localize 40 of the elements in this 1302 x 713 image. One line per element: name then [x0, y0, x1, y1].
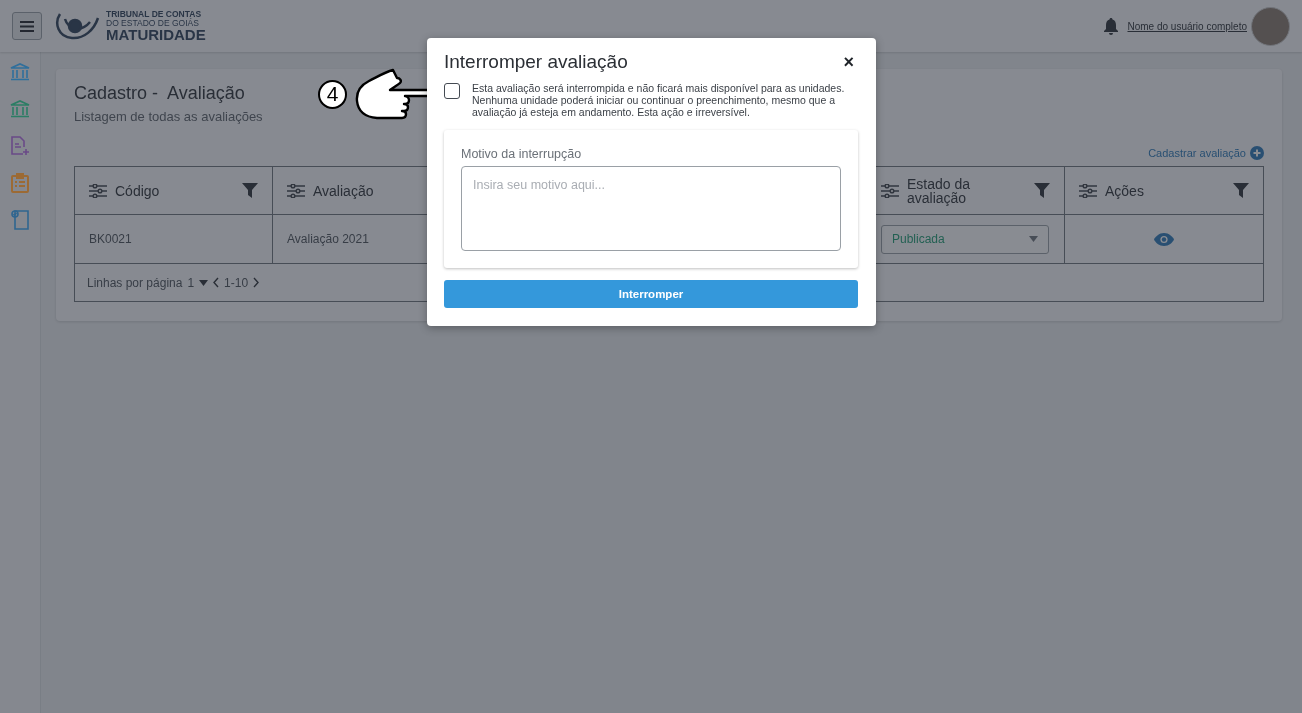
close-button[interactable]: × — [839, 53, 858, 71]
user-name-link[interactable]: Nome do usuário completo — [1127, 20, 1247, 32]
menu-icon — [20, 20, 34, 32]
reason-label: Motivo da interrupção — [461, 147, 583, 161]
sliders-icon — [881, 183, 899, 198]
avatar-circle[interactable] — [1251, 6, 1290, 46]
confirm-checkbox[interactable] — [444, 83, 460, 99]
eye-logo-icon — [54, 11, 100, 41]
plus-circle-icon[interactable] — [1250, 146, 1264, 160]
add-evaluation-link[interactable]: Cadastrar avaliação — [1148, 147, 1246, 159]
previous-page-icon[interactable] — [213, 277, 220, 288]
table-cell: BK0021 — [75, 215, 273, 264]
filter-icon[interactable] — [242, 183, 258, 198]
sliders-icon — [1079, 183, 1097, 198]
eye-icon[interactable] — [1154, 232, 1174, 246]
sliders-icon — [287, 183, 305, 198]
rows-per-page-label: Linhas por página — [87, 275, 183, 290]
next-page-icon[interactable] — [253, 277, 260, 288]
filter-icon[interactable] — [1034, 183, 1050, 198]
clipboard-icon[interactable] — [11, 173, 29, 193]
reason-field[interactable]: Insira seu motivo aqui... — [461, 166, 841, 251]
brand-line: TRIBUNAL DE CONTAS — [106, 10, 203, 19]
column-header[interactable]: Código — [75, 167, 273, 215]
menu-button[interactable] — [12, 12, 42, 40]
sliders-icon — [89, 183, 107, 198]
modal-title: Interromper avaliação — [444, 51, 629, 73]
caret-icon — [1029, 236, 1038, 242]
interrupt-button[interactable]: Interromper — [444, 280, 858, 308]
caret-icon[interactable] — [199, 279, 209, 286]
brand-line: DO ESTADO DE GOIÁS — [106, 18, 199, 27]
column-header[interactable]: Ações — [1065, 167, 1263, 215]
warning-message: Esta avaliação será interrompida e não ficará mais disponível para as unidades. Nenhuma unidade poderá iniciar ou continuar o preenchimento, mesmo que a avaliação já esteja em andamento. Esta ação e irreversível. — [472, 82, 846, 118]
rows-per-page-value[interactable]: 1 — [187, 275, 195, 290]
page-range: 1-10 — [224, 275, 249, 290]
bell-icon[interactable] — [1103, 17, 1120, 35]
status-dropdown[interactable]: Publicada — [881, 224, 1049, 254]
filter-icon[interactable] — [1233, 183, 1249, 198]
page-subtitle: Listagem de todas as avaliações — [74, 109, 263, 124]
page-title: Cadastro - Avaliação — [74, 83, 245, 104]
brand-name: MATURIDADE — [106, 27, 206, 42]
